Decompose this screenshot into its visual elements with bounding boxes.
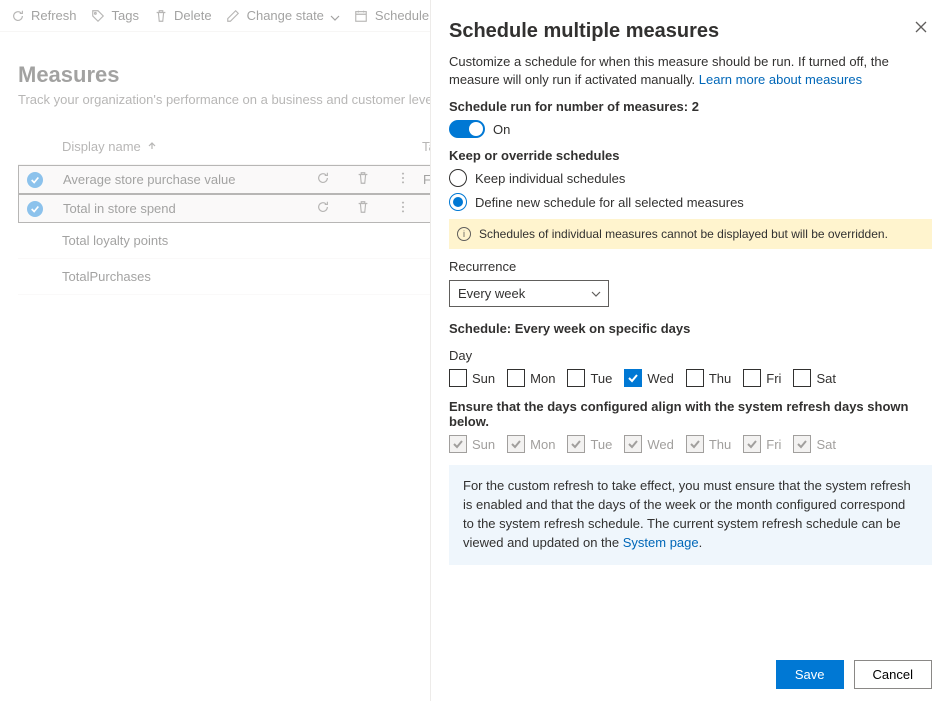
- schedule-toggle[interactable]: [449, 120, 485, 138]
- panel-footer: Save Cancel: [449, 646, 932, 689]
- sort-up-icon: [147, 139, 157, 154]
- checkbox-icon: [686, 369, 704, 387]
- checkbox-icon: [743, 369, 761, 387]
- checkbox-icon: [793, 435, 811, 453]
- refresh-button[interactable]: Refresh: [10, 8, 77, 23]
- day-checkbox-mon[interactable]: Mon: [507, 369, 555, 387]
- radio-icon: [449, 169, 467, 187]
- refresh-icon: [10, 8, 25, 23]
- change-state-button[interactable]: Change state: [226, 8, 340, 23]
- tag-icon: [91, 8, 106, 23]
- system-day-sat: Sat: [793, 435, 836, 453]
- learn-more-link[interactable]: Learn more about measures: [699, 72, 862, 87]
- panel-description: Customize a schedule for when this measu…: [449, 53, 932, 89]
- tags-button[interactable]: Tags: [91, 8, 139, 23]
- row-more-button[interactable]: [383, 200, 423, 217]
- override-warning: i Schedules of individual measures canno…: [449, 219, 932, 249]
- trash-icon: [153, 8, 168, 23]
- chevron-down-icon: [591, 287, 601, 302]
- checkbox-icon: [624, 435, 642, 453]
- cancel-button[interactable]: Cancel: [854, 660, 932, 689]
- row-name: Average store purchase value: [63, 172, 303, 187]
- row-name: Total in store spend: [63, 201, 303, 216]
- row-more-button[interactable]: [383, 171, 423, 188]
- checkbox-icon: [507, 435, 525, 453]
- checkbox-icon: [449, 369, 467, 387]
- info-box: For the custom refresh to take effect, y…: [449, 465, 932, 564]
- day-checkbox-sat[interactable]: Sat: [793, 369, 836, 387]
- radio-define[interactable]: Define new schedule for all selected mea…: [449, 193, 932, 211]
- day-checkbox-tue[interactable]: Tue: [567, 369, 612, 387]
- day-checkbox-fri[interactable]: Fri: [743, 369, 781, 387]
- info-icon: i: [457, 227, 471, 241]
- checkbox-icon: [507, 369, 525, 387]
- schedule-button[interactable]: Schedule: [354, 8, 429, 23]
- system-day-tue: Tue: [567, 435, 612, 453]
- schedule-label: Schedule: [375, 8, 429, 23]
- checkbox-icon: [567, 369, 585, 387]
- system-day-fri: Fri: [743, 435, 781, 453]
- recurrence-label: Recurrence: [449, 259, 932, 274]
- close-button[interactable]: [910, 16, 932, 43]
- day-checkbox-group: Sun Mon Tue Wed Thu Fri Sat: [449, 369, 932, 387]
- day-checkbox-wed[interactable]: Wed: [624, 369, 674, 387]
- run-count-label: Schedule run for number of measures: 2: [449, 99, 932, 114]
- day-label: Day: [449, 348, 932, 363]
- system-days-group: Sun Mon Tue Wed Thu Fri Sat: [449, 435, 932, 453]
- day-checkbox-thu[interactable]: Thu: [686, 369, 731, 387]
- radio-keep[interactable]: Keep individual schedules: [449, 169, 932, 187]
- checkbox-icon: [624, 369, 642, 387]
- schedule-panel: Schedule multiple measures Customize a s…: [430, 0, 950, 701]
- tags-label: Tags: [112, 8, 139, 23]
- calendar-icon: [354, 8, 369, 23]
- row-delete-button[interactable]: [343, 171, 383, 188]
- col-display-name[interactable]: Display name: [62, 139, 302, 154]
- system-day-wed: Wed: [624, 435, 674, 453]
- check-icon: [27, 172, 43, 188]
- row-name: TotalPurchases: [62, 269, 302, 284]
- system-day-mon: Mon: [507, 435, 555, 453]
- system-page-link[interactable]: System page: [623, 535, 699, 550]
- system-day-sun: Sun: [449, 435, 495, 453]
- toggle-label: On: [493, 122, 510, 137]
- delete-label: Delete: [174, 8, 212, 23]
- radio-icon: [449, 193, 467, 211]
- change-state-label: Change state: [247, 8, 324, 23]
- schedule-summary: Schedule: Every week on specific days: [449, 321, 932, 336]
- ensure-text: Ensure that the days configured align wi…: [449, 399, 932, 429]
- delete-button[interactable]: Delete: [153, 8, 212, 23]
- chevron-down-icon: [330, 11, 340, 21]
- system-day-thu: Thu: [686, 435, 731, 453]
- day-checkbox-sun[interactable]: Sun: [449, 369, 495, 387]
- keep-override-header: Keep or override schedules: [449, 148, 932, 163]
- checkbox-icon: [686, 435, 704, 453]
- edit-icon: [226, 8, 241, 23]
- row-refresh-button[interactable]: [303, 171, 343, 188]
- checkbox-icon: [743, 435, 761, 453]
- refresh-label: Refresh: [31, 8, 77, 23]
- save-button[interactable]: Save: [776, 660, 844, 689]
- row-name: Total loyalty points: [62, 233, 302, 248]
- recurrence-select[interactable]: Every week: [449, 280, 609, 307]
- row-delete-button[interactable]: [343, 200, 383, 217]
- check-icon: [27, 201, 43, 217]
- panel-title: Schedule multiple measures: [449, 20, 719, 43]
- row-refresh-button[interactable]: [303, 200, 343, 217]
- checkbox-icon: [567, 435, 585, 453]
- checkbox-icon: [449, 435, 467, 453]
- checkbox-icon: [793, 369, 811, 387]
